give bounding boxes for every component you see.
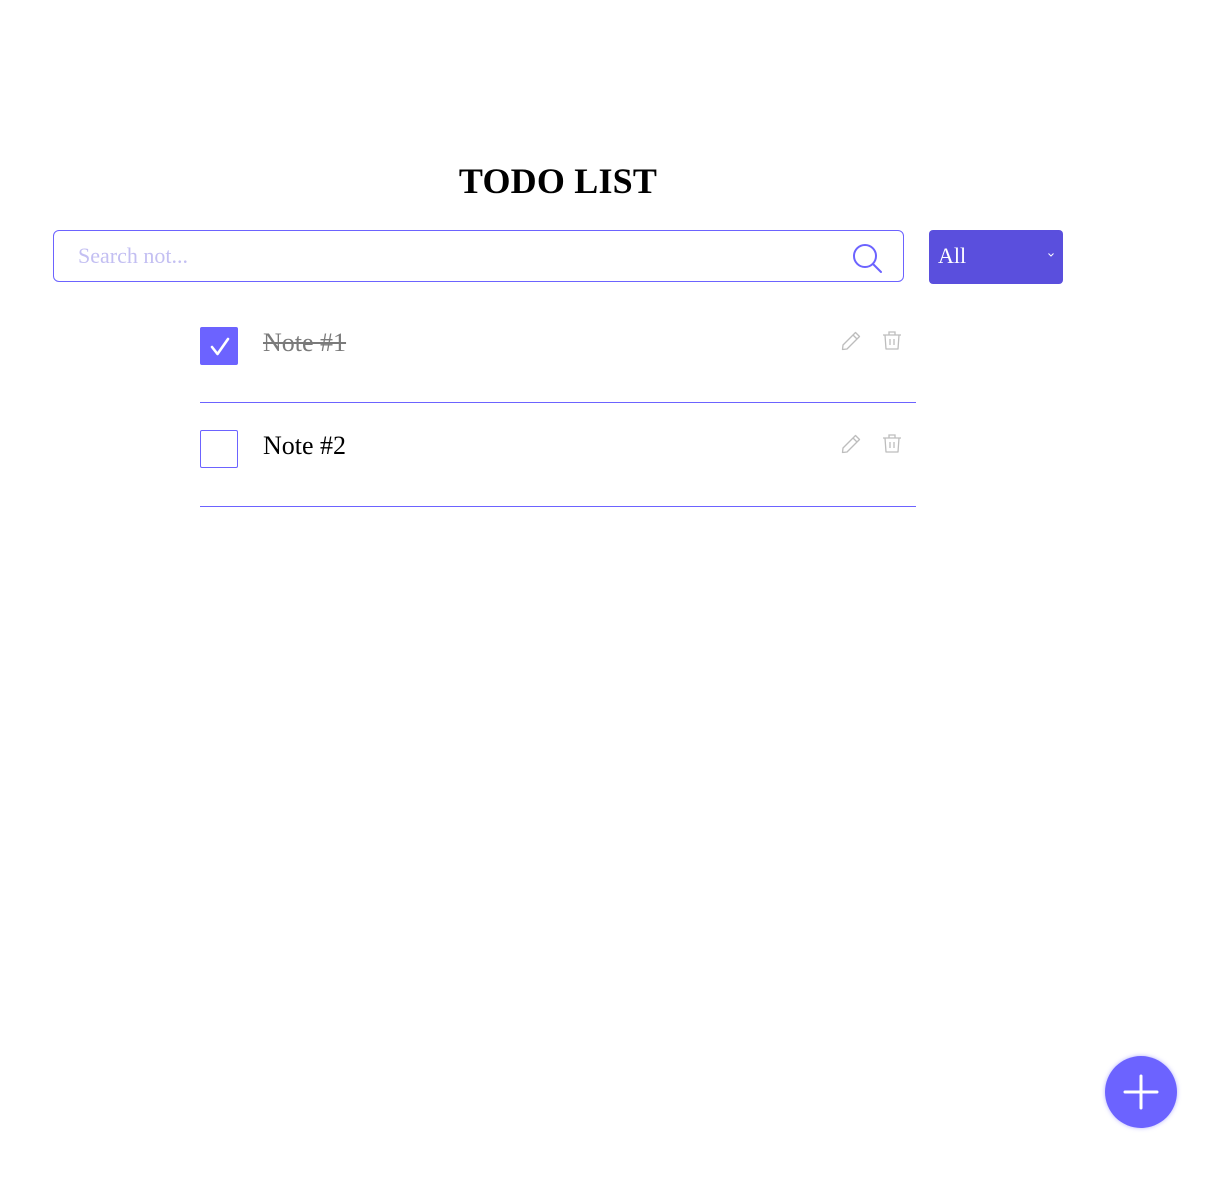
search-box <box>53 230 904 282</box>
plus-icon <box>1123 1074 1159 1110</box>
todo-app: TODO LIST All Note #1 <box>0 0 1207 1204</box>
add-todo-button[interactable] <box>1105 1056 1177 1128</box>
filter-select[interactable]: All <box>929 230 1063 284</box>
todo-list: Note #1 Note #2 <box>200 300 916 507</box>
todo-checkbox[interactable] <box>200 430 238 468</box>
pencil-icon[interactable] <box>840 330 862 352</box>
check-icon <box>210 337 230 356</box>
page-title: TODO LIST <box>458 161 658 201</box>
chevron-down-icon <box>1048 253 1054 257</box>
pencil-icon[interactable] <box>840 433 862 455</box>
trash-icon[interactable] <box>881 432 903 454</box>
search-icon[interactable] <box>851 242 883 274</box>
todo-item: Note #1 <box>200 300 916 403</box>
todo-label: Note #1 <box>263 328 347 357</box>
search-input[interactable] <box>54 231 834 281</box>
todo-label: Note #2 <box>263 431 347 460</box>
trash-icon[interactable] <box>881 329 903 351</box>
todo-checkbox[interactable] <box>200 327 238 365</box>
filter-selected-value: All <box>938 243 967 268</box>
todo-item: Note #2 <box>200 403 916 507</box>
